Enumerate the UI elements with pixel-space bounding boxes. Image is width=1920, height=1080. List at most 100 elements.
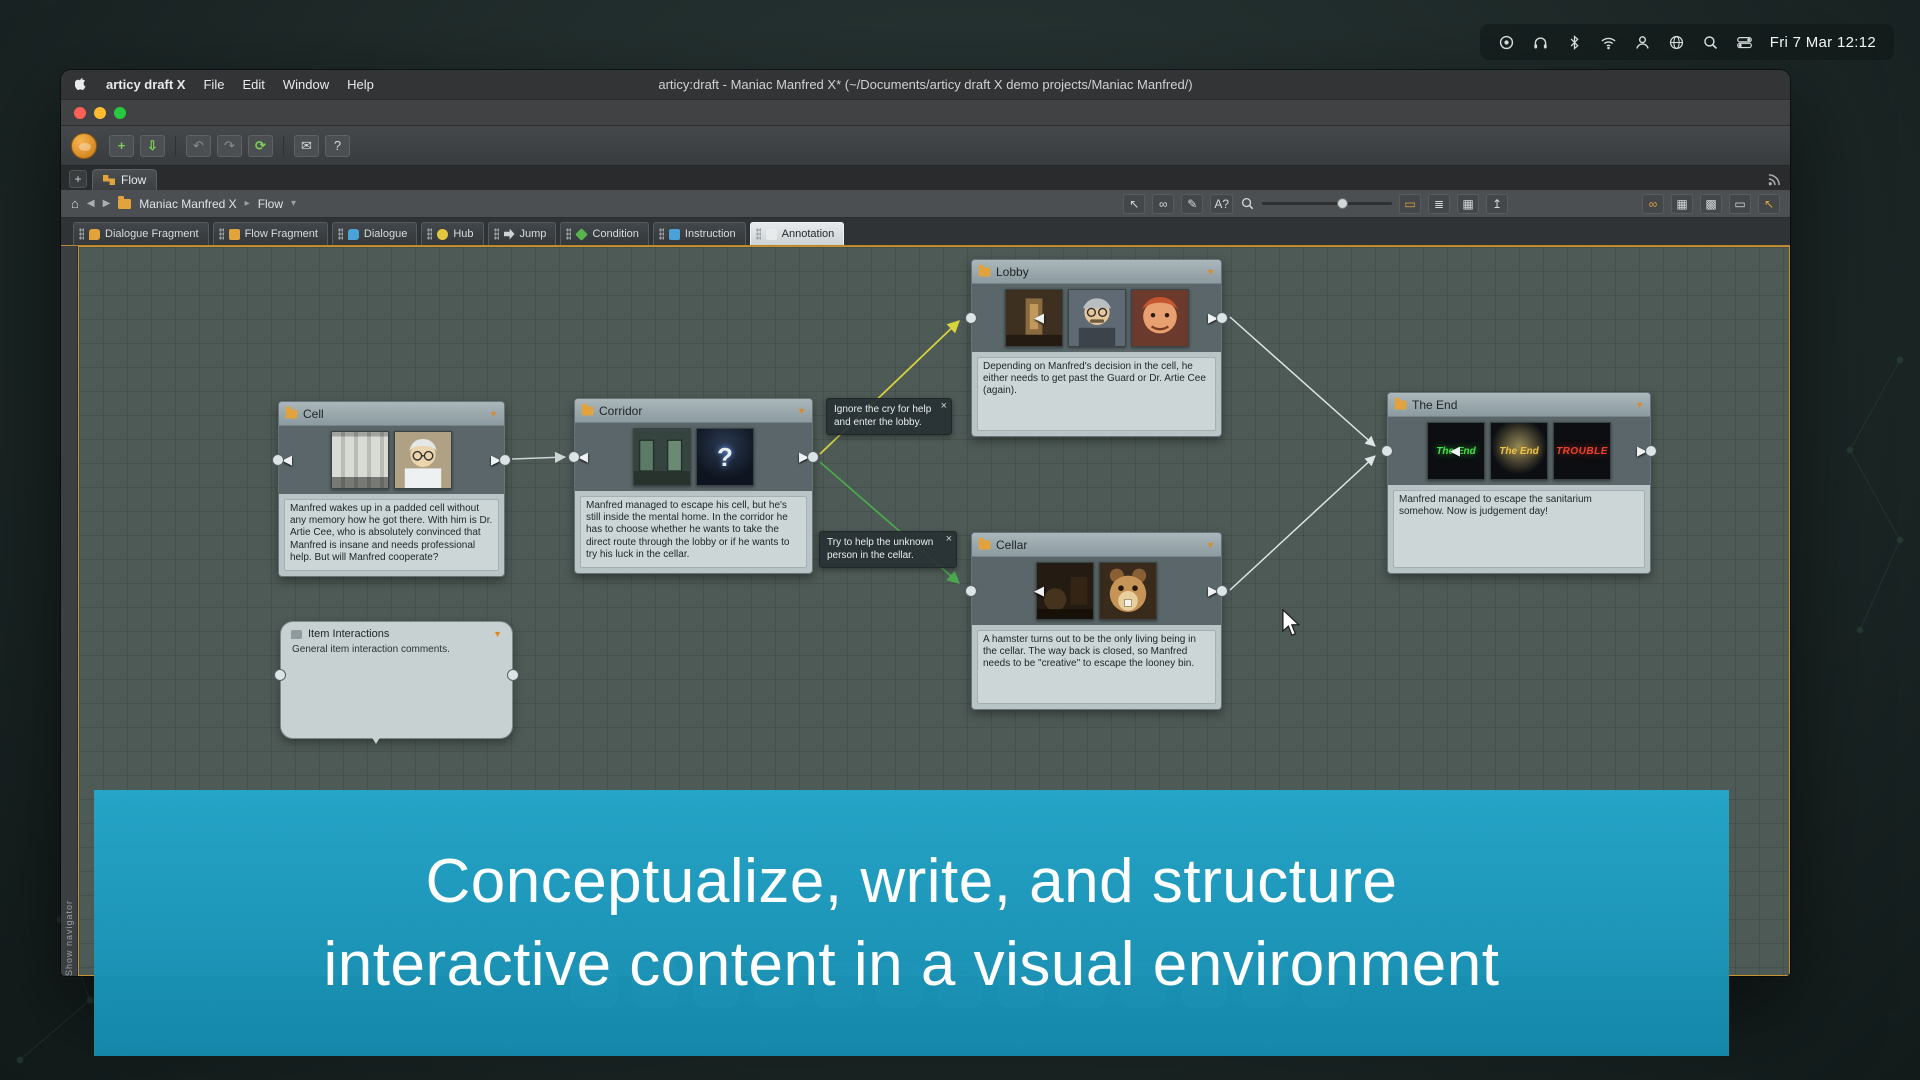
pen-tool-button[interactable]: ✎ [1181, 194, 1203, 214]
zoom-slider-thumb[interactable] [1337, 198, 1348, 209]
input-pin[interactable] [1381, 445, 1393, 457]
palette-dialogue-fragment[interactable]: Dialogue Fragment [73, 222, 209, 245]
menu-file[interactable]: File [203, 77, 224, 92]
apple-logo-icon[interactable] [75, 77, 88, 92]
grid-large-button[interactable]: ▩ [1700, 194, 1722, 214]
thumbnail-unknown-person[interactable]: ? [696, 428, 754, 486]
input-source-icon[interactable] [1668, 34, 1685, 51]
node-menu-icon[interactable]: ▼ [489, 409, 498, 419]
menu-app-name[interactable]: articy draft X [106, 77, 185, 92]
node-header[interactable]: Lobby ▼ [972, 260, 1221, 284]
select-mode-button[interactable]: ↖ [1758, 194, 1780, 214]
annotation-ignore-cry[interactable]: Ignore the cry for help and enter the lo… [826, 398, 952, 435]
chevron-down-icon[interactable]: ▾ [291, 198, 296, 209]
import-button[interactable]: ⇩ [140, 135, 165, 157]
media-prev-icon[interactable]: ◀ [1034, 583, 1044, 599]
flow-node-corridor[interactable]: Corridor ▼ ◀ [574, 398, 813, 574]
presentation-button[interactable]: ▭ [1399, 194, 1421, 214]
output-pin[interactable] [499, 454, 511, 466]
search-icon[interactable] [1702, 34, 1719, 51]
node-menu-icon[interactable]: ▼ [1206, 267, 1215, 277]
layers-button[interactable]: ≣ [1428, 194, 1450, 214]
new-button[interactable]: + [109, 135, 134, 157]
close-button[interactable] [74, 107, 86, 119]
palette-jump[interactable]: Jump [488, 222, 557, 245]
flow-node-item-interactions[interactable]: Item Interactions ▼ General item interac… [280, 621, 513, 739]
forward-icon[interactable]: ▶ [103, 198, 111, 209]
close-icon[interactable]: × [946, 533, 952, 547]
output-pin[interactable] [1216, 312, 1228, 324]
node-menu-icon[interactable]: ▼ [1635, 400, 1644, 410]
node-header[interactable]: Cell ▼ [279, 402, 504, 426]
thumbnail-dr-artie-cee-portrait[interactable] [394, 431, 452, 489]
zoom-slider[interactable] [1262, 202, 1392, 205]
user-icon[interactable] [1634, 34, 1651, 51]
menu-window[interactable]: Window [283, 77, 329, 92]
grid-small-button[interactable]: ▦ [1671, 194, 1693, 214]
output-pin[interactable] [1216, 585, 1228, 597]
annotation-try-help[interactable]: Try to help the unknown person in the ce… [819, 531, 957, 568]
mail-button[interactable]: ✉ [294, 135, 319, 157]
breadcrumb-project[interactable]: Maniac Manfred X [139, 197, 236, 211]
menu-help[interactable]: Help [347, 77, 374, 92]
tab-flow[interactable]: Flow [92, 169, 157, 190]
media-prev-icon[interactable]: ◀ [1450, 443, 1460, 459]
headphones-icon[interactable] [1532, 34, 1549, 51]
thumbnail-cellar-scene[interactable] [1036, 562, 1094, 620]
spellcheck-button[interactable]: A? [1210, 194, 1233, 214]
table-view-button[interactable]: ▦ [1457, 194, 1479, 214]
close-icon[interactable]: × [941, 400, 947, 414]
link-tool-button[interactable]: ∞ [1152, 194, 1174, 214]
navigator-collapse-strip[interactable]: Show navigator [61, 246, 78, 976]
node-header[interactable]: Cellar ▼ [972, 533, 1221, 557]
feed-icon[interactable] [1767, 172, 1782, 187]
user-avatar[interactable] [71, 133, 97, 159]
bluetooth-icon[interactable] [1566, 34, 1583, 51]
pointer-tool-button[interactable]: ↖ [1123, 194, 1145, 214]
input-pin[interactable] [965, 312, 977, 324]
thumbnail-end-gold[interactable]: The End [1490, 422, 1548, 480]
thumbnail-padded-cell-scene[interactable] [331, 431, 389, 489]
input-pin[interactable] [568, 451, 580, 463]
palette-annotation[interactable]: Annotation [750, 222, 845, 245]
help-button[interactable]: ? [325, 135, 350, 157]
add-tab-button[interactable]: + [69, 170, 87, 188]
thumbnail-corridor-scene[interactable] [633, 428, 691, 486]
node-menu-icon[interactable]: ▼ [493, 629, 502, 639]
back-icon[interactable]: ◀ [87, 198, 95, 209]
output-pin[interactable] [1645, 445, 1657, 457]
connections-button[interactable]: ∞ [1642, 194, 1664, 214]
media-prev-icon[interactable]: ◀ [1034, 310, 1044, 326]
screen-record-icon[interactable] [1498, 34, 1515, 51]
node-header[interactable]: The End ▼ [1388, 393, 1650, 417]
menu-edit[interactable]: Edit [242, 77, 264, 92]
input-pin[interactable] [274, 669, 286, 681]
palette-hub[interactable]: Hub [421, 222, 483, 245]
flow-node-cellar[interactable]: Cellar ▼ ◀ [971, 532, 1222, 710]
wifi-icon[interactable] [1600, 34, 1617, 51]
palette-condition[interactable]: Condition [560, 222, 648, 245]
monitor-button[interactable]: ▭ [1729, 194, 1751, 214]
node-header[interactable]: Item Interactions ▼ [281, 622, 512, 643]
breadcrumb-page[interactable]: Flow [258, 197, 283, 211]
minimize-button[interactable] [94, 107, 106, 119]
thumbnail-red-character-portrait[interactable] [1131, 289, 1189, 347]
redo-button[interactable]: ↷ [217, 135, 242, 157]
palette-dialogue[interactable]: Dialogue [332, 222, 417, 245]
flow-node-the-end[interactable]: The End ▼ The End ◀ The End TROUBLE [1387, 392, 1651, 574]
sync-button[interactable]: ⟳ [248, 135, 273, 157]
output-pin[interactable] [807, 451, 819, 463]
flow-node-cell[interactable]: Cell ▼ ◀ [278, 401, 505, 577]
palette-flow-fragment[interactable]: Flow Fragment [213, 222, 328, 245]
node-header[interactable]: Corridor ▼ [575, 399, 812, 423]
flow-node-lobby[interactable]: Lobby ▼ ◀ [971, 259, 1222, 437]
node-menu-icon[interactable]: ▼ [1206, 540, 1215, 550]
palette-instruction[interactable]: Instruction [653, 222, 746, 245]
zoom-search-icon[interactable] [1240, 196, 1255, 211]
node-menu-icon[interactable]: ▼ [797, 406, 806, 416]
zoom-button[interactable] [114, 107, 126, 119]
input-pin[interactable] [965, 585, 977, 597]
thumbnail-hamster-portrait[interactable] [1099, 562, 1157, 620]
thumbnail-guard-portrait[interactable] [1068, 289, 1126, 347]
input-pin[interactable] [272, 454, 284, 466]
